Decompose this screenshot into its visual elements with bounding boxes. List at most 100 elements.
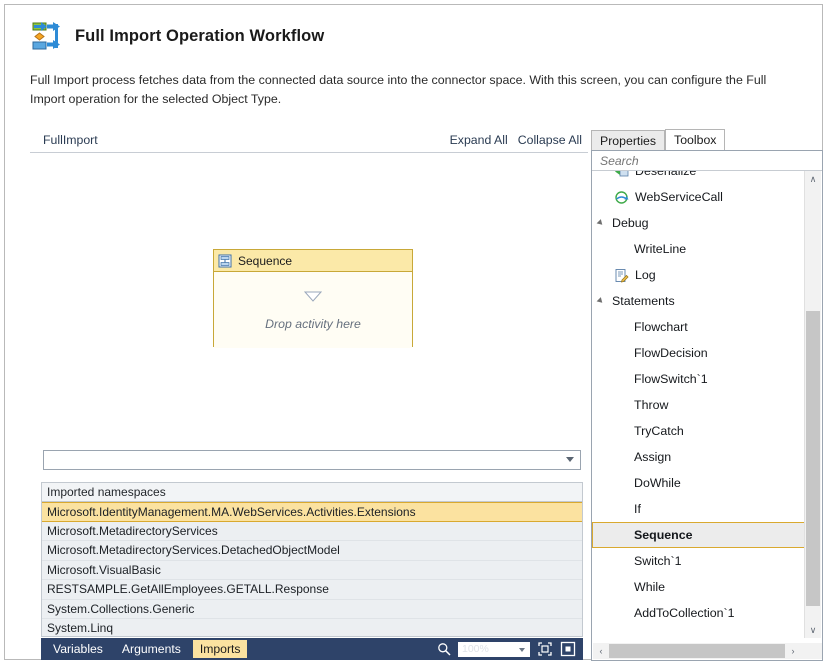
right-panel: PropertiesToolbox Deserialize WebServiceC…: [591, 129, 823, 661]
zoom-level-dropdown[interactable]: 100%: [458, 641, 530, 657]
tree-item-label: Deserialize: [635, 171, 697, 178]
namespace-label: System.Collections.Generic: [47, 601, 195, 616]
toolbox-item-addtocollection-1[interactable]: AddToCollection`1: [592, 600, 805, 619]
namespace-label: System.Linq: [47, 621, 114, 636]
overview-map-icon[interactable]: [560, 641, 576, 657]
toolbox-item-dowhile[interactable]: DoWhile: [592, 470, 805, 496]
table-row[interactable]: System.Collections.Generic: [42, 599, 582, 619]
page-header: Full Import Operation Workflow Full Impo…: [5, 5, 822, 109]
tree-item-label: Debug: [612, 216, 649, 230]
breadcrumb[interactable]: FullImport: [43, 133, 98, 147]
tree-item-label: WriteLine: [634, 242, 687, 256]
tree-item-label: WebServiceCall: [635, 190, 723, 204]
toolbox-item-writeline[interactable]: WriteLine: [592, 236, 805, 262]
tree-item-label: DoWhile: [634, 476, 681, 490]
app-window: Full Import Operation Workflow Full Impo…: [4, 4, 823, 661]
import-workflow-icon: [29, 19, 63, 53]
table-row[interactable]: Microsoft.IdentityManagement.MA.WebServi…: [42, 502, 582, 522]
sequence-activity[interactable]: Sequence Drop activity here: [213, 249, 413, 348]
toolbox-item-throw[interactable]: Throw: [592, 392, 805, 418]
namespace-label: RESTSAMPLE.GetAllEmployees.GETALL.Respon…: [47, 582, 329, 597]
status-tab-arguments[interactable]: Arguments: [115, 640, 188, 658]
chevron-down-icon[interactable]: [519, 647, 525, 652]
scroll-right-arrow[interactable]: ›: [785, 643, 801, 659]
tree-item-label: Sequence: [634, 528, 693, 542]
toolbox-item-flowchart[interactable]: Flowchart: [592, 314, 805, 340]
toolbox-tree[interactable]: Deserialize WebServiceCall Debug WriteLine L…: [592, 171, 805, 619]
horizontal-scroll-thumb[interactable]: [609, 644, 785, 658]
tree-item-label: Throw: [634, 398, 669, 412]
toolbox-item-flowswitch-1[interactable]: FlowSwitch`1: [592, 366, 805, 392]
sequence-drop-zone[interactable]: Drop activity here: [214, 272, 412, 348]
tab-properties[interactable]: Properties: [591, 130, 666, 151]
table-row[interactable]: System.Linq: [42, 619, 582, 636]
namespace-label: Microsoft.MetadirectoryServices: [47, 523, 218, 538]
log-icon: [614, 268, 629, 283]
toolbox-item-if[interactable]: If: [592, 496, 805, 522]
toolbox-vertical-scrollbar[interactable]: ∧ ∨: [804, 171, 821, 638]
page-description: Full Import process fetches data from th…: [30, 73, 767, 107]
deserialize-icon: [614, 171, 629, 179]
collapse-all-link[interactable]: Collapse All: [518, 133, 582, 147]
tree-item-label: Assign: [634, 450, 672, 464]
drop-triangle-icon: [303, 290, 323, 302]
toolbox-search[interactable]: [592, 151, 822, 171]
tree-item-label: Switch`1: [634, 554, 682, 568]
tree-item-label: AddToCollection`1: [634, 606, 735, 619]
namespace-label: Microsoft.VisualBasic: [47, 562, 161, 577]
drop-activity-hint: Drop activity here: [265, 316, 361, 331]
toolbox-item-sequence[interactable]: Sequence: [592, 522, 805, 548]
toolbox-item-log[interactable]: Log: [592, 262, 805, 288]
tab-toolbox[interactable]: Toolbox: [665, 129, 726, 151]
toolbox-item-webservicecall[interactable]: WebServiceCall: [592, 184, 805, 210]
tree-item-label: FlowDecision: [634, 346, 708, 360]
table-row[interactable]: RESTSAMPLE.GetAllEmployees.GETALL.Respon…: [42, 580, 582, 600]
scroll-left-arrow[interactable]: ‹: [593, 643, 609, 659]
tree-item-label: Flowchart: [634, 320, 688, 334]
scroll-up-arrow[interactable]: ∧: [805, 171, 821, 187]
tree-item-label: While: [634, 580, 665, 594]
tree-group-statements[interactable]: Statements: [592, 288, 805, 314]
workflow-canvas[interactable]: Sequence Drop activity here: [30, 153, 588, 441]
toolbox-horizontal-scrollbar[interactable]: ‹ ›: [593, 643, 822, 659]
imported-namespaces-grid[interactable]: Imported namespaces Microsoft.IdentityMa…: [41, 482, 583, 637]
sequence-icon: [218, 254, 232, 268]
tree-item-label: If: [634, 502, 641, 516]
designer-status-bar: Variables Arguments Imports 100%: [41, 638, 583, 660]
expander-icon[interactable]: [596, 297, 605, 305]
designer-toolbar: FullImport Expand All Collapse All: [30, 127, 588, 153]
grid-column-header: Imported namespaces: [42, 483, 582, 502]
magnifier-icon[interactable]: [437, 642, 451, 656]
webservicecall-icon: [614, 190, 629, 205]
panel-tab-strip: Properties Toolbox: [591, 129, 823, 151]
toolbox-item-while[interactable]: While: [592, 574, 805, 600]
expand-all-link[interactable]: Expand All: [450, 133, 508, 147]
tree-group-debug[interactable]: Debug: [592, 210, 805, 236]
tree-item-label: Statements: [612, 294, 675, 308]
toolbox-panel: Deserialize WebServiceCall Debug WriteLine L…: [591, 150, 823, 661]
table-row[interactable]: Microsoft.MetadirectoryServices.Detached…: [42, 541, 582, 561]
toolbox-item-flowdecision[interactable]: FlowDecision: [592, 340, 805, 366]
vertical-scroll-thumb[interactable]: [806, 311, 820, 606]
toolbox-item-deserialize[interactable]: Deserialize: [592, 171, 805, 184]
page-title: Full Import Operation Workflow: [75, 26, 325, 45]
namespace-combobox[interactable]: [43, 450, 581, 470]
table-row[interactable]: Microsoft.VisualBasic: [42, 560, 582, 580]
toolbox-item-trycatch[interactable]: TryCatch: [592, 418, 805, 444]
scroll-down-arrow[interactable]: ∨: [805, 622, 821, 638]
sequence-activity-title: Sequence: [238, 253, 293, 268]
namespace-label: Microsoft.MetadirectoryServices.Detached…: [47, 543, 340, 558]
status-tab-variables[interactable]: Variables: [46, 640, 110, 658]
namespace-label: Microsoft.IdentityManagement.MA.WebServi…: [47, 504, 416, 519]
table-row[interactable]: Microsoft.MetadirectoryServices: [42, 521, 582, 541]
sequence-activity-header: Sequence: [214, 250, 412, 272]
tree-item-label: Log: [635, 268, 656, 282]
search-input[interactable]: [598, 152, 802, 169]
chevron-down-icon[interactable]: [566, 457, 574, 462]
toolbox-item-switch-1[interactable]: Switch`1: [592, 548, 805, 574]
tree-item-label: TryCatch: [634, 424, 684, 438]
status-tab-imports[interactable]: Imports: [192, 640, 248, 658]
expander-icon[interactable]: [596, 219, 605, 227]
fit-to-screen-icon[interactable]: [537, 641, 553, 657]
toolbox-item-assign[interactable]: Assign: [592, 444, 805, 470]
